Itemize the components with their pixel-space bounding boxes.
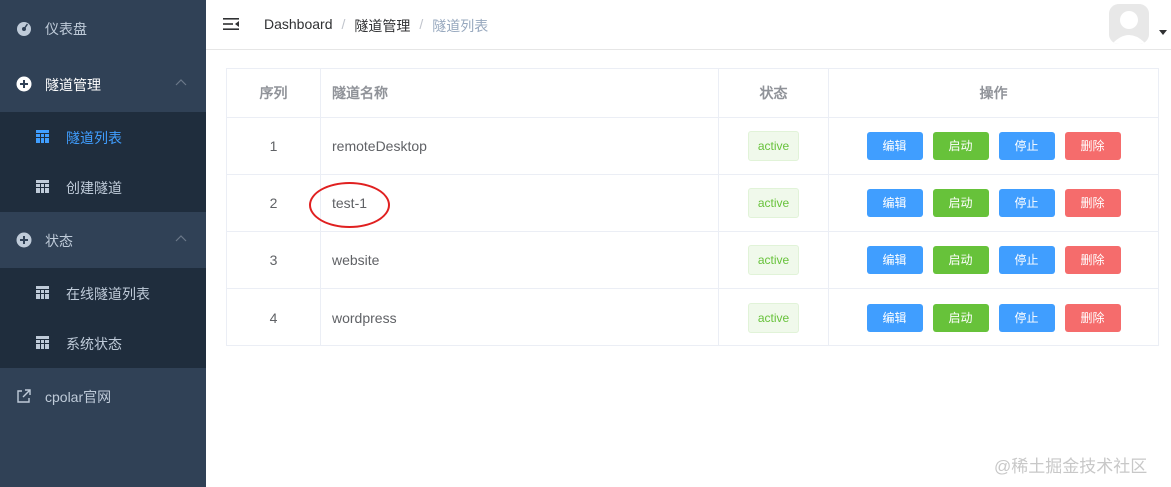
tunnel-name: remoteDesktop [321,118,719,174]
table-icon [36,336,49,349]
sidebar-item-tunnel-list[interactable]: 隧道列表 [0,112,206,162]
sidebar: 仪表盘 隧道管理 隧道列表 创建隧道 状态 在线隧道列表 系统状态 cpolar… [0,0,206,487]
start-button[interactable]: 启动 [932,189,989,217]
hamburger-icon[interactable] [222,15,240,33]
watermark: @稀土掘金技术社区 [994,457,1148,476]
delete-button[interactable]: 删除 [1064,132,1121,160]
sidebar-item-label: 仪表盘 [45,21,87,37]
sidebar-item-status[interactable]: 状态 [0,212,206,268]
column-header-actions: 操作 [979,85,1008,101]
edit-button[interactable]: 编辑 [866,189,923,217]
user-icon [1109,4,1149,44]
sidebar-item-label: 在线隧道列表 [66,286,150,302]
app: 仪表盘 隧道管理 隧道列表 创建隧道 状态 在线隧道列表 系统状态 cpolar… [0,0,1171,487]
table-icon [36,180,49,193]
status-badge: active [747,131,800,161]
status-badge: active [747,245,800,275]
chevron-up-icon [175,235,187,242]
sidebar-item-create-tunnel[interactable]: 创建隧道 [0,162,206,212]
status-cell: active [719,175,829,231]
table-header-row: 序列 隧道名称 状态 操作 [227,69,1158,118]
sidebar-item-tunnel-management[interactable]: 隧道管理 [0,56,206,112]
row-index: 3 [227,232,321,288]
delete-button[interactable]: 删除 [1064,246,1121,274]
status-cell: active [719,289,829,346]
stop-button[interactable]: 停止 [998,246,1055,274]
sidebar-item-label: 隧道列表 [66,130,122,146]
table-row: 3 website active 编辑 启动 停止 删除 [227,232,1158,289]
status-icon [16,232,32,248]
sidebar-item-label: 创建隧道 [66,180,122,196]
breadcrumb-tunnel-management[interactable]: 隧道管理 [354,16,410,36]
status-badge: active [747,188,800,218]
table-row: 4 wordpress active 编辑 启动 停止 删除 [227,289,1158,346]
dashboard-icon [17,22,31,36]
stop-button[interactable]: 停止 [998,303,1055,332]
sidebar-item-cpolar-site[interactable]: cpolar官网 [0,368,206,424]
chevron-up-icon [175,79,187,86]
sidebar-item-label: 状态 [45,233,73,249]
breadcrumb-tunnel-list: 隧道列表 [432,18,489,34]
sidebar-item-system-status[interactable]: 系统状态 [0,318,206,368]
caret-down-icon[interactable] [1159,30,1167,36]
start-button[interactable]: 启动 [932,246,989,274]
column-header-index: 序列 [227,69,321,117]
sidebar-item-dashboard[interactable]: 仪表盘 [0,0,206,56]
status-badge: active [747,302,800,333]
breadcrumb-separator: / [341,16,346,32]
actions-cell: 编辑 启动 停止 删除 [829,289,1158,346]
edit-button[interactable]: 编辑 [866,303,923,332]
row-index: 2 [227,175,321,231]
tunnel-name: website [321,232,719,288]
start-button[interactable]: 启动 [932,303,989,332]
stop-button[interactable]: 停止 [998,189,1055,217]
status-cell: active [719,232,829,288]
edit-button[interactable]: 编辑 [866,132,923,160]
actions-cell: 编辑 启动 停止 删除 [829,232,1158,288]
actions-cell: 编辑 启动 停止 删除 [829,175,1158,231]
sidebar-item-label: cpolar官网 [45,389,112,405]
avatar[interactable] [1109,4,1149,44]
delete-button[interactable]: 删除 [1064,303,1121,332]
status-cell: active [719,118,829,174]
breadcrumb: Dashboard / 隧道管理 / 隧道列表 [264,16,488,36]
external-link-icon [17,389,31,403]
breadcrumb-separator: / [419,16,424,32]
edit-button[interactable]: 编辑 [866,246,923,274]
sidebar-item-label: 隧道管理 [45,77,101,93]
sidebar-item-label: 系统状态 [66,336,122,352]
table-icon [36,130,49,143]
tunnel-name: wordpress [321,289,719,346]
table-icon [36,286,49,299]
table-row: 1 remoteDesktop active 编辑 启动 停止 删除 [227,118,1158,175]
highlight-circle [309,182,390,228]
row-index: 1 [227,118,321,174]
sidebar-item-online-tunnels[interactable]: 在线隧道列表 [0,268,206,318]
column-header-status: 状态 [719,69,829,117]
column-header-name: 隧道名称 [321,69,719,117]
tunnel-management-icon [16,76,32,92]
row-index: 4 [227,289,321,346]
actions-cell: 编辑 启动 停止 删除 [829,118,1158,174]
delete-button[interactable]: 删除 [1064,189,1121,217]
start-button[interactable]: 启动 [932,132,989,160]
breadcrumb-dashboard[interactable]: Dashboard [264,16,333,36]
top-navbar: Dashboard / 隧道管理 / 隧道列表 [206,0,1171,50]
stop-button[interactable]: 停止 [998,132,1055,160]
